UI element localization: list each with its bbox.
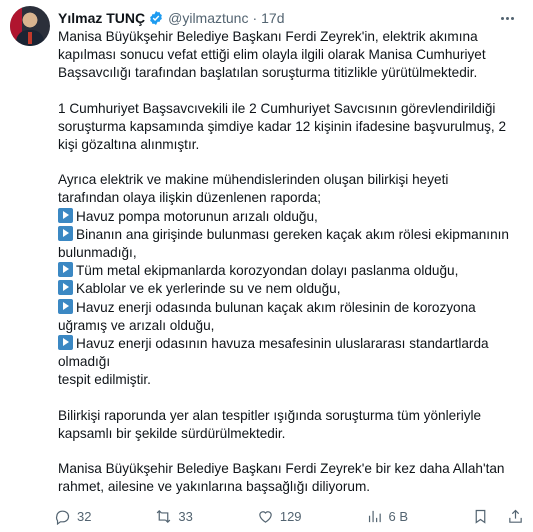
tweet-line-text: Havuz enerji odasının havuza mesafesinin… bbox=[76, 336, 489, 352]
tweet-line-text: Manisa Büyükşehir Belediye Başkanı Ferdi… bbox=[58, 29, 478, 44]
tweet-line-text: Manisa Büyükşehir Belediye Başkanı Ferdi… bbox=[58, 461, 505, 477]
avatar-tie bbox=[28, 32, 32, 44]
action-bar: 32 33 129 6 B bbox=[54, 505, 524, 527]
play-button-emoji-icon bbox=[58, 298, 73, 314]
author-handle[interactable]: @yilmaztunc bbox=[168, 10, 248, 26]
play-button-emoji-icon bbox=[58, 207, 73, 223]
tweet-line-text: rahmet, ailesine ve yakınlarına başsağlı… bbox=[58, 479, 371, 495]
tweet-line: kapılması sonucu vefat ettiği elim olayl… bbox=[58, 46, 520, 64]
tweet-line-text: 1 Cumhuriyet Başsavcıvekili ile 2 Cumhur… bbox=[58, 100, 496, 116]
reply-icon bbox=[55, 510, 70, 525]
tweet-line: rahmet, ailesine ve yakınlarına başsağlı… bbox=[58, 478, 520, 496]
play-button-emoji-icon bbox=[58, 225, 73, 241]
tweet-line: Havuz enerji odasının havuza mesafesinin… bbox=[58, 335, 520, 353]
tweet-line-text: uğramış ve arızalı olduğu, bbox=[58, 317, 215, 333]
tweet-line: Tüm metal ekipmanlarda korozyondan dolay… bbox=[58, 262, 520, 280]
tweet-line-text: Bilirkişi raporunda yer alan tespitler ı… bbox=[58, 407, 482, 423]
tweet-line: olmadığı bbox=[58, 353, 520, 371]
tweet-line: Manisa Büyükşehir Belediye Başkanı Ferdi… bbox=[58, 460, 520, 478]
tweet-line: soruşturma kapsamında şimdiye kadar 12 k… bbox=[58, 118, 520, 136]
tweet-line: Ayrıca elektrik ve makine mühendislerind… bbox=[58, 171, 520, 189]
repost-count: 33 bbox=[178, 508, 193, 524]
reply-button[interactable]: 32 bbox=[54, 508, 91, 525]
tweet-line: 1 Cumhuriyet Başsavcıvekili ile 2 Cumhur… bbox=[58, 100, 520, 118]
tweet-line: Başsavcılığı tarafından başlatılan soruş… bbox=[58, 64, 520, 82]
tweet-line: tarafından olaya ilişkin düzenlenen rapo… bbox=[58, 189, 520, 207]
tweet-line: bulunmadığı, bbox=[58, 244, 520, 262]
repost-icon bbox=[157, 509, 171, 523]
tweet-line: uğramış ve arızalı olduğu, bbox=[58, 317, 520, 335]
tweet-paragraph: Manisa Büyükşehir Belediye Başkanı Ferdi… bbox=[58, 460, 520, 496]
tweet-line: Havuz pompa motorunun arızalı olduğu, bbox=[58, 207, 520, 226]
play-button-emoji-icon bbox=[58, 262, 73, 278]
tweet-paragraph: Ayrıca elektrik ve makine mühendislerind… bbox=[58, 171, 520, 389]
play-button-emoji-icon bbox=[58, 280, 73, 296]
tweet-paragraph: Bilirkişi raporunda yer alan tespitler ı… bbox=[58, 407, 520, 443]
tweet-paragraph: Manisa Büyükşehir Belediye Başkanı Ferdi… bbox=[58, 28, 520, 83]
tweet-line-text: Havuz enerji odasında bulunan kaçak akım… bbox=[76, 299, 476, 315]
tweet-line-text: Tüm metal ekipmanlarda korozyondan dolay… bbox=[76, 263, 459, 279]
tweet-line-text: bulunmadığı, bbox=[58, 245, 137, 261]
views-button[interactable]: 6 B bbox=[366, 508, 409, 525]
tweet-line: kapsamlı bir şekilde sürdürülmektedir. bbox=[58, 425, 520, 443]
tweet-paragraph: 1 Cumhuriyet Başsavcıvekili ile 2 Cumhur… bbox=[58, 100, 520, 155]
play-button-emoji-icon bbox=[58, 335, 73, 351]
like-icon bbox=[259, 510, 272, 523]
share-button[interactable] bbox=[507, 508, 524, 525]
tweet-line-text: soruşturma kapsamında şimdiye kadar 12 k… bbox=[58, 118, 507, 134]
separator-dot: · bbox=[252, 10, 258, 26]
tweet-line-text: Binanın ana girişinde bulunması gereken … bbox=[76, 226, 509, 242]
tweet-line: Manisa Büyükşehir Belediye Başkanı Ferdi… bbox=[58, 28, 520, 46]
views-count: 6 B bbox=[388, 508, 409, 524]
tweet-header: Yılmaz TUNÇ @yilmaztunc · 17d bbox=[58, 8, 285, 28]
tweet-line-text: Havuz pompa motorunun arızalı olduğu, bbox=[76, 208, 318, 224]
bookmark-icon bbox=[475, 509, 486, 524]
views-icon bbox=[368, 510, 381, 522]
tweet-timestamp[interactable]: 17d bbox=[261, 10, 284, 26]
tweet-line-text: olmadığı bbox=[58, 354, 111, 370]
tweet-line-text: Kablolar ve ek yerlerinde su ve nem oldu… bbox=[76, 281, 341, 297]
tweet-line-text: Başsavcılığı tarafından başlatılan soruş… bbox=[58, 65, 478, 81]
tweet-line: kişi gözaltına alınmıştır. bbox=[58, 136, 520, 154]
like-button[interactable]: 129 bbox=[257, 508, 302, 525]
tweet-line-text: Ayrıca elektrik ve makine mühendislerind… bbox=[58, 172, 449, 188]
tweet-line-text: tarafından olaya ilişkin düzenlenen rapo… bbox=[58, 190, 321, 206]
share-icon bbox=[509, 509, 522, 523]
tweet-line: tespit edilmiştir. bbox=[58, 371, 520, 389]
tweet-line-text: kişi gözaltına alınmıştır. bbox=[58, 137, 200, 153]
tweet-line-text: kapsamlı bir şekilde sürdürülmektedir. bbox=[58, 425, 286, 441]
tweet-text: Manisa Büyükşehir Belediye Başkanı Ferdi… bbox=[58, 28, 520, 513]
tweet-line-text: kapılması sonucu vefat ettiği elim olayl… bbox=[58, 47, 486, 63]
tweet-line: Kablolar ve ek yerlerinde su ve nem oldu… bbox=[58, 280, 520, 298]
avatar[interactable] bbox=[10, 6, 50, 46]
tweet-line: Bilirkişi raporunda yer alan tespitler ı… bbox=[58, 407, 520, 425]
verified-badge-icon bbox=[150, 11, 162, 25]
like-count: 129 bbox=[279, 508, 302, 524]
reply-count: 32 bbox=[77, 508, 92, 524]
tweet-line: Havuz enerji odasında bulunan kaçak akım… bbox=[58, 298, 520, 317]
more-icon[interactable] bbox=[497, 10, 517, 26]
author-name[interactable]: Yılmaz TUNÇ bbox=[58, 10, 145, 26]
bookmark-button[interactable] bbox=[472, 508, 489, 525]
tweet-line-text: tespit edilmiştir. bbox=[58, 372, 151, 388]
tweet-line: Binanın ana girişinde bulunması gereken … bbox=[58, 225, 520, 244]
repost-button[interactable]: 33 bbox=[155, 508, 193, 525]
